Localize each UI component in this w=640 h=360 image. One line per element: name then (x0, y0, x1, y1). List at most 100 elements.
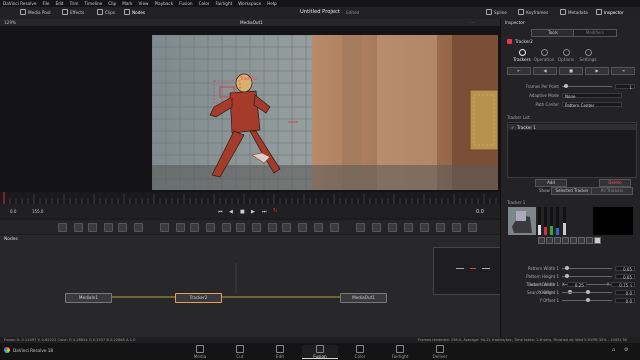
subtab-options[interactable]: Options (555, 49, 577, 62)
channel-toggle[interactable] (538, 237, 545, 244)
tool-button[interactable] (252, 223, 261, 232)
param-slider[interactable] (562, 266, 612, 270)
tracker-list[interactable]: ✓ Tracker 1 (507, 122, 637, 178)
tool-button[interactable] (176, 223, 185, 232)
stop-icon[interactable]: ■ (240, 209, 245, 215)
tool-button[interactable] (190, 223, 199, 232)
tool-button[interactable] (314, 223, 323, 232)
node-mediain1[interactable]: MediaIn1 (65, 293, 112, 303)
menu-item-edit[interactable]: Edit (55, 1, 63, 6)
inspector-button[interactable]: Inspector (596, 9, 624, 15)
tab-modifiers[interactable]: Modifiers (573, 29, 617, 37)
delete-tracker-button[interactable]: Delete (599, 179, 631, 187)
tool-button[interactable] (88, 223, 97, 232)
stop-tracking-button[interactable]: ■ (559, 67, 583, 75)
tool-button[interactable] (420, 223, 429, 232)
nodes-button[interactable]: Nodes (124, 9, 145, 15)
param-field[interactable]: 0.05 (615, 273, 635, 280)
channel-toggle[interactable] (546, 237, 553, 244)
tool-button[interactable] (468, 223, 477, 232)
y-offset-field[interactable]: 0.0 (615, 297, 635, 304)
menu-item-fusion[interactable]: Fusion (179, 1, 192, 6)
tool-button[interactable] (134, 223, 143, 232)
track-reverse-from-end-button[interactable]: ⇤ (507, 67, 531, 75)
page-tab-cut[interactable]: Cut (222, 345, 258, 359)
menu-item-clip[interactable]: Clip (108, 1, 116, 6)
end-time[interactable]: 155.0 (30, 209, 50, 214)
home-icon[interactable]: ⌂ (612, 347, 615, 353)
menu-item-workspace[interactable]: Workspace (238, 1, 261, 6)
tool-button[interactable] (372, 223, 381, 232)
channel-toggle[interactable] (586, 237, 593, 244)
channel-toggle[interactable] (570, 237, 577, 244)
clips-button[interactable]: Clips (97, 9, 115, 15)
x-offset-slider[interactable] (562, 290, 612, 294)
metadata-button[interactable]: Metadata (560, 9, 588, 15)
page-tab-color[interactable]: Color (342, 345, 378, 359)
tool-button[interactable] (206, 223, 215, 232)
page-tab-deliver[interactable]: Deliver (422, 345, 458, 359)
y-offset-slider[interactable] (562, 298, 612, 302)
current-time[interactable]: 0.0 (476, 209, 484, 215)
path-center-select[interactable]: Pattern Center (562, 101, 622, 108)
tool-button[interactable] (74, 223, 83, 232)
menu-item-fairlight[interactable]: Fairlight (216, 1, 233, 6)
skip-back-icon[interactable]: ⏮ (218, 209, 223, 215)
tracker-center-x[interactable]: 0.25 (566, 281, 587, 288)
spline-button[interactable]: Spline (486, 9, 507, 15)
video-frame[interactable]: Tracker2 (152, 35, 498, 190)
tool-button[interactable] (404, 223, 413, 232)
tool-button[interactable] (118, 223, 127, 232)
menu-item-help[interactable]: Help (267, 1, 277, 6)
menu-item-mark[interactable]: Mark (122, 1, 132, 6)
tab-tools[interactable]: Tools (531, 29, 575, 37)
page-tab-fusion[interactable]: Fusion (302, 345, 338, 359)
tool-button[interactable] (222, 223, 231, 232)
tool-button[interactable] (282, 223, 291, 232)
nodes-panel[interactable]: Nodes MediaIn1 Tracker2 MediaOut1 (0, 235, 502, 337)
show-all-trackers[interactable]: All Trackers (591, 187, 633, 195)
adaptive-mode-select[interactable]: None (562, 92, 622, 99)
loop-icon[interactable]: ↻ (273, 208, 278, 214)
tracker-center-y[interactable]: 0.75 (611, 281, 632, 288)
track-forward-from-start-button[interactable]: ⇥ (611, 67, 635, 75)
tool-button[interactable] (436, 223, 445, 232)
tool-button[interactable] (388, 223, 397, 232)
step-back-icon[interactable]: ◀ (229, 209, 233, 215)
effects-button[interactable]: Effects (62, 9, 84, 15)
menu-item-view[interactable]: View (139, 1, 149, 6)
subtab-settings[interactable]: Settings (577, 49, 599, 62)
track-backward-button[interactable]: ◀ (533, 67, 557, 75)
track-forward-button[interactable]: ▶ (585, 67, 609, 75)
menu-item-davinci-resolve[interactable]: DaVinci Resolve (3, 1, 36, 6)
skip-forward-icon[interactable]: ⏭ (262, 209, 267, 215)
tool-button[interactable] (58, 223, 67, 232)
channel-toggle[interactable] (554, 237, 561, 244)
page-tab-edit[interactable]: Edit (262, 345, 298, 359)
tool-button[interactable] (356, 223, 365, 232)
frames-per-point-field[interactable]: 1 (615, 83, 635, 90)
subtab-trackers[interactable]: Trackers (511, 49, 533, 62)
tool-button[interactable] (330, 223, 339, 232)
menu-item-trim[interactable]: Trim (70, 1, 79, 6)
channel-toggle[interactable] (594, 237, 601, 244)
x-offset-field[interactable]: 0.0 (615, 289, 635, 296)
page-tab-fairlight[interactable]: Fairlight (382, 345, 418, 359)
menu-item-playback[interactable]: Playback (154, 1, 173, 6)
tool-button[interactable] (104, 223, 113, 232)
settings-icon[interactable]: ⚙ (624, 347, 628, 353)
node-mediaout1[interactable]: MediaOut1 (340, 293, 387, 303)
viewer-options-icon[interactable]: ⋯ (470, 20, 474, 25)
frames-per-point-slider[interactable] (562, 84, 612, 88)
tool-button[interactable] (236, 223, 245, 232)
param-slider[interactable] (562, 274, 612, 278)
tool-button[interactable] (452, 223, 461, 232)
tool-button[interactable] (160, 223, 169, 232)
page-tab-media[interactable]: Media (182, 345, 218, 359)
node-tracker2[interactable]: Tracker2 (175, 293, 222, 303)
time-ruler[interactable] (0, 192, 500, 204)
show-selected-tracker[interactable]: Selected Tracker (551, 187, 593, 195)
zoom-level[interactable]: 129% (4, 20, 16, 25)
tracker-list-item[interactable]: ✓ Tracker 1 (508, 124, 636, 130)
play-icon[interactable]: ▶ (251, 209, 255, 215)
